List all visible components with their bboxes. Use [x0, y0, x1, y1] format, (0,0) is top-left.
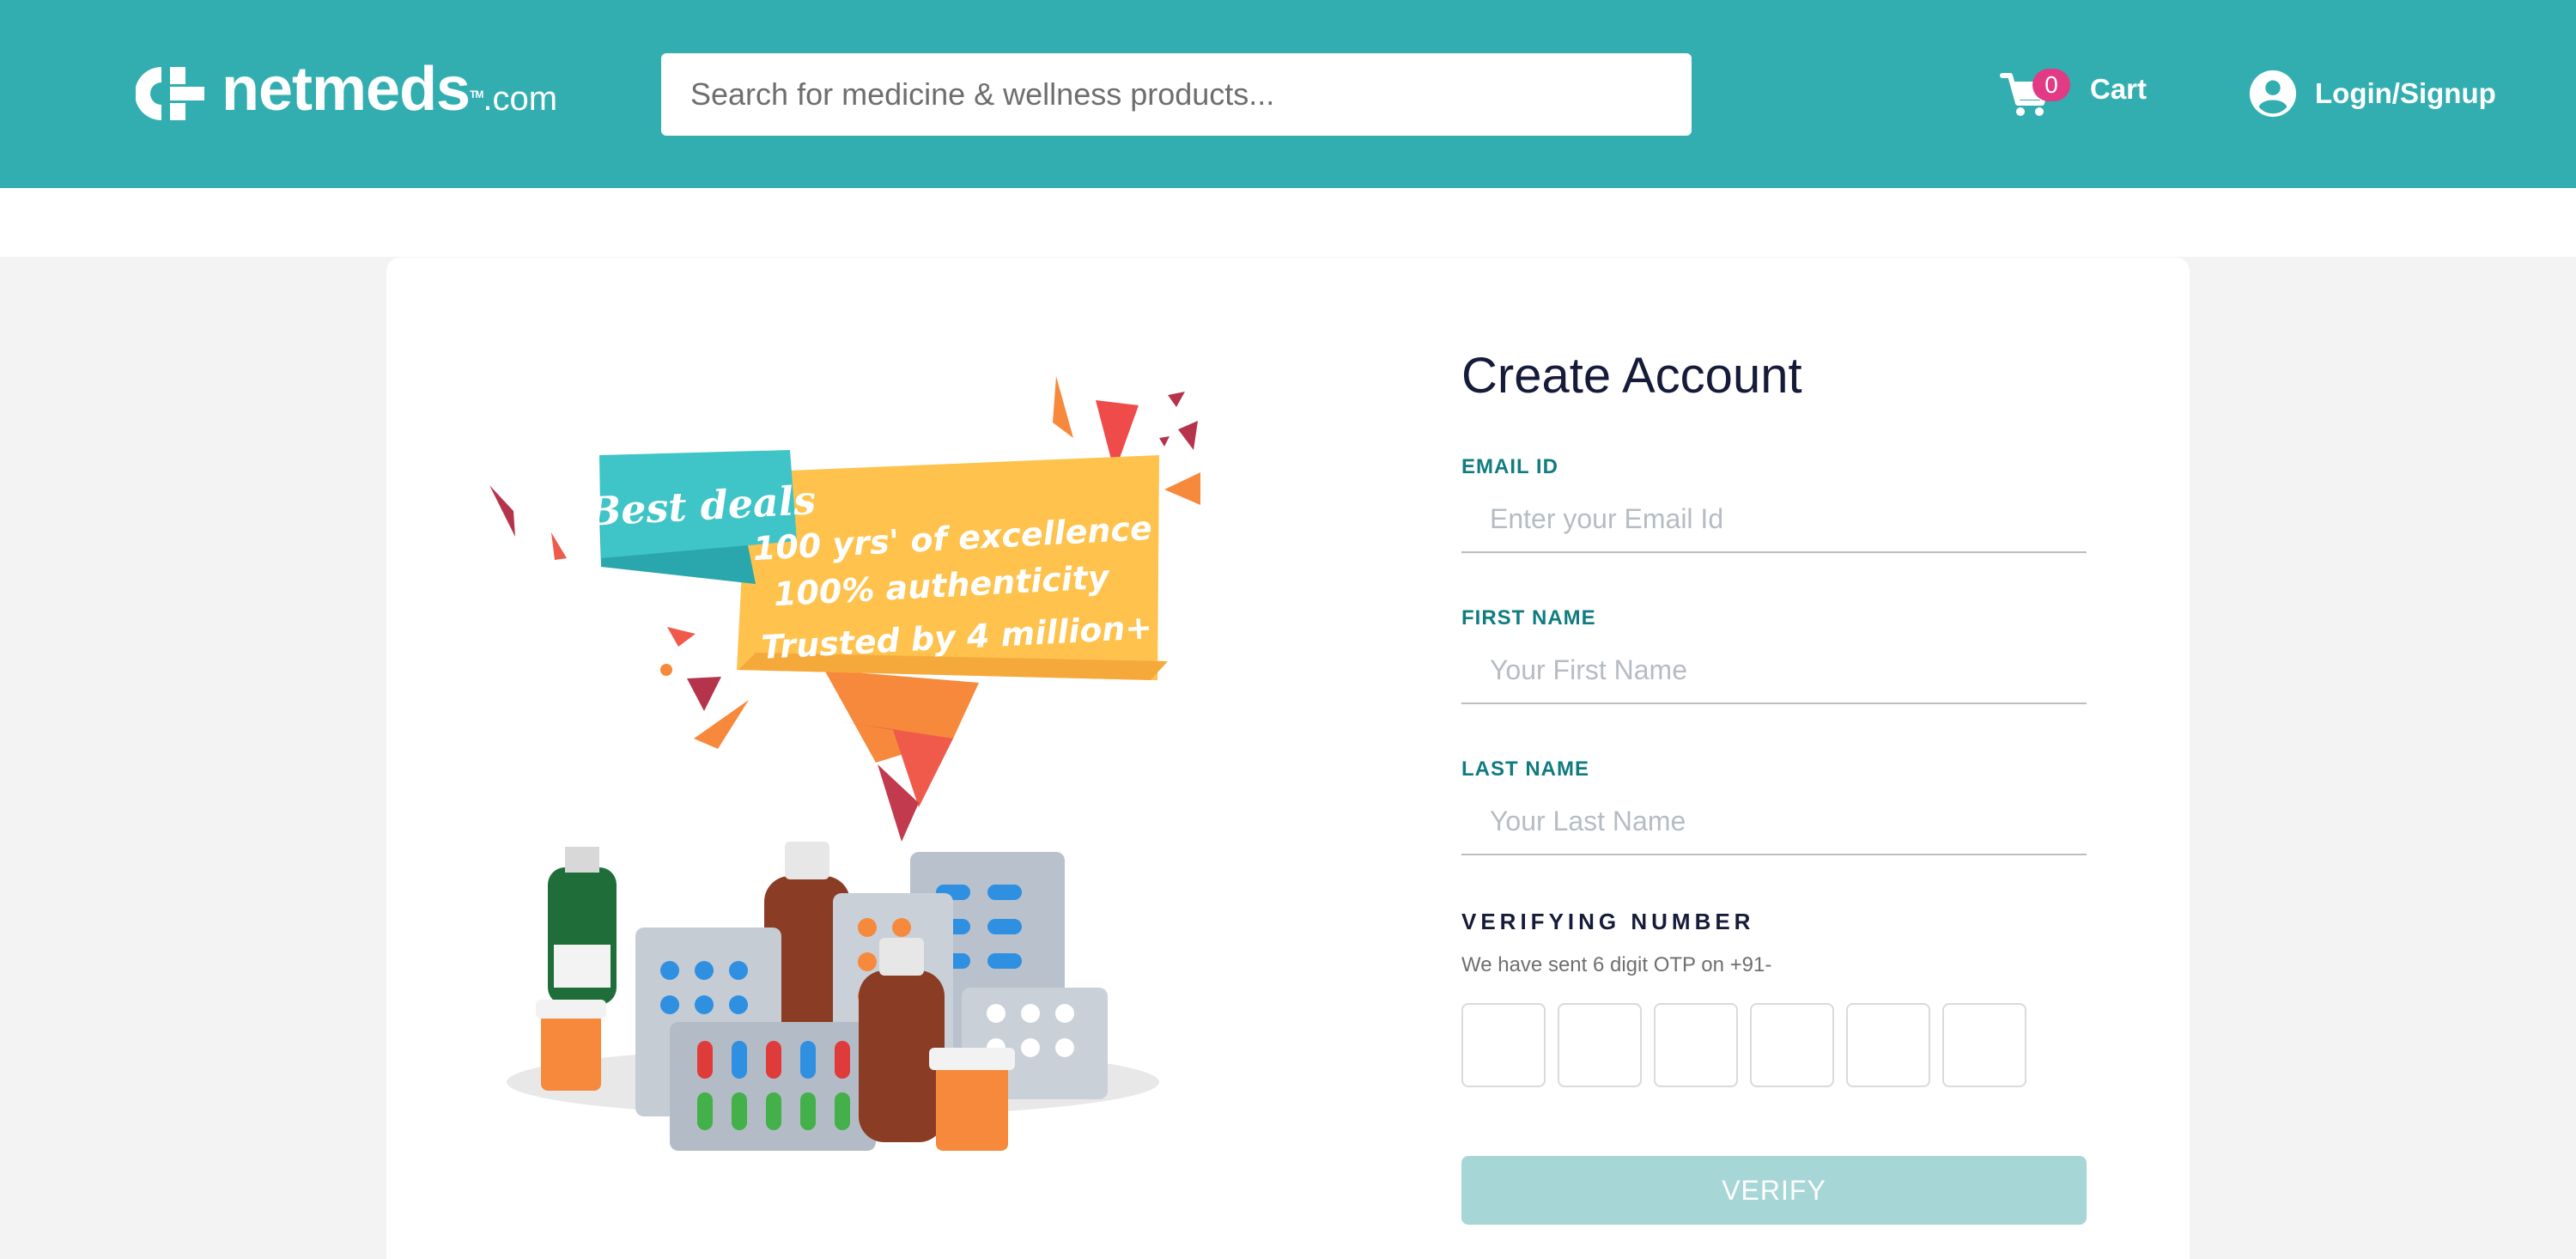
netmeds-logo[interactable]: netmedsTM.com [136, 58, 557, 125]
verifying-number-heading: VERIFYING NUMBER [1461, 909, 1755, 934]
first-name-label: FIRST NAME [1461, 606, 1596, 630]
confetti-shape [1053, 376, 1073, 438]
last-name-field[interactable] [1461, 788, 2087, 855]
green-bottle-icon [548, 847, 617, 1005]
user-account-icon [2249, 70, 2297, 118]
otp-digit-6[interactable] [1942, 1003, 2026, 1087]
promo-illustration: Best deals 100 yrs' of excellence 100% a… [489, 376, 1200, 1151]
confetti-shape [1178, 421, 1198, 450]
cart-label[interactable]: Cart [2090, 70, 2147, 108]
last-name-label: LAST NAME [1461, 757, 1589, 781]
confetti-shape [1164, 472, 1200, 505]
orange-pill-bottle-icon [536, 1000, 606, 1091]
otp-digit-5[interactable] [1846, 1003, 1930, 1087]
otp-note: We have sent 6 digit OTP on +91- [1461, 953, 1772, 976]
otp-digit-3[interactable] [1654, 1003, 1738, 1087]
confetti-shape [667, 627, 696, 647]
confetti-shape [687, 677, 721, 711]
first-name-field[interactable] [1461, 637, 2087, 704]
confetti-shape [660, 664, 672, 676]
login-signup-button[interactable]: Login/Signup [2248, 67, 2496, 120]
cart-count-badge: 0 [2032, 69, 2070, 101]
blister-pack-icon [670, 1022, 876, 1151]
page-title: Create Account [1461, 348, 1802, 404]
otp-digit-1[interactable] [1461, 1003, 1546, 1087]
verify-button[interactable]: VERIFY [1461, 1156, 2087, 1225]
login-signup-label: Login/Signup [2315, 77, 2496, 109]
logo-suffix: .com [483, 79, 558, 118]
confetti-shape [489, 485, 515, 537]
header-spacer [0, 188, 2576, 257]
orange-pill-bottle-icon [929, 1048, 1015, 1151]
email-label: EMAIL ID [1461, 455, 1558, 478]
otp-digit-2[interactable] [1558, 1003, 1642, 1087]
confetti-shape [551, 532, 567, 560]
confetti-shape [1168, 392, 1185, 407]
logo-trademark: TM [470, 88, 483, 100]
confetti-shape [1159, 436, 1170, 447]
confetti-shape [694, 700, 749, 749]
otp-digit-4[interactable] [1750, 1003, 1834, 1087]
top-header: netmedsTM.com 0 Cart Login/Signup [0, 0, 2576, 188]
netmeds-logo-icon [136, 67, 204, 120]
email-field[interactable] [1461, 486, 2087, 553]
search-input[interactable] [661, 53, 1692, 136]
logo-name: netmeds [222, 54, 471, 124]
logo-text: netmedsTM.com [222, 58, 558, 129]
